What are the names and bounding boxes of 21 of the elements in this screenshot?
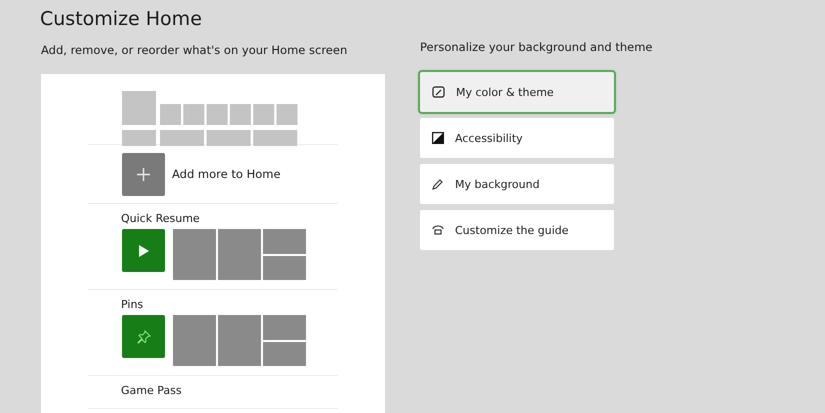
play-icon [138, 244, 148, 256]
personalize-option[interactable]: My background [420, 164, 614, 204]
section-title: Game Pass [121, 384, 183, 399]
section-title: Pins [121, 298, 144, 313]
section-title: Quick Resume [121, 212, 201, 227]
personalize-option[interactable]: Customize the guide [420, 210, 614, 250]
section-tile-button[interactable] [122, 229, 165, 272]
contrast-icon [432, 132, 444, 144]
palette-icon [432, 86, 445, 98]
add-tile-button[interactable] [122, 152, 165, 196]
personalize-option[interactable]: Accessibility [420, 118, 614, 158]
pin-icon [136, 330, 150, 344]
add-more-label: Add more to Home [172, 167, 281, 181]
page-title: Customize Home [40, 8, 203, 32]
personalize-heading: Personalize your background and theme [420, 40, 652, 54]
pencil-icon [432, 178, 444, 190]
page-subtitle: Add, remove, or reorder what's on your Home screen [41, 43, 348, 59]
guide-icon [432, 225, 444, 235]
plus-icon [137, 168, 150, 180]
personalize-option[interactable]: My color & theme [420, 72, 614, 112]
section-tile-button[interactable] [122, 315, 165, 358]
